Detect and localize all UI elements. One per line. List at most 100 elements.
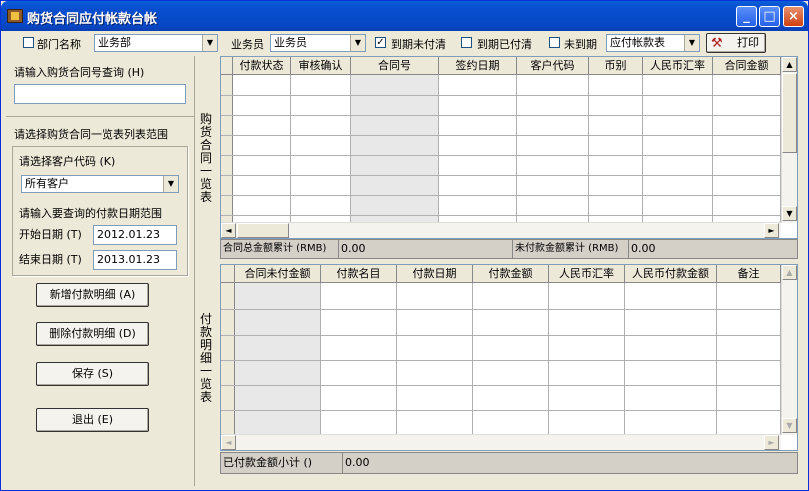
chevron-down-icon: ▼ xyxy=(684,35,699,51)
col-header[interactable]: 合同未付金额 xyxy=(235,265,321,283)
due-unpaid-label: 到期未付清 xyxy=(391,38,446,51)
grid-row-line xyxy=(221,335,781,336)
row-header-corner xyxy=(221,265,235,283)
col-header[interactable]: 付款状态 xyxy=(233,57,291,75)
row-header-corner xyxy=(221,57,233,75)
contracts-summary-bar: 合同总金额累计 (RMB) 0.00 未付款金额累计 (RMB) 0.00 xyxy=(220,239,798,259)
grid-column xyxy=(549,283,625,435)
scroll-down-icon[interactable]: ▼ xyxy=(782,418,797,433)
app-icon xyxy=(7,9,23,23)
horizontal-scrollbar[interactable]: ◄ ► xyxy=(221,434,781,450)
vertical-divider xyxy=(194,56,195,486)
col-header[interactable]: 审核确认 xyxy=(291,57,351,75)
grid-column xyxy=(291,75,351,223)
customer-select-value: 所有客户 xyxy=(25,177,69,190)
scroll-thumb[interactable] xyxy=(237,223,289,238)
grid-row-line xyxy=(221,115,781,116)
staff-label: 业务员 xyxy=(231,38,264,51)
dept-select-value: 业务部 xyxy=(98,36,131,49)
grid-column xyxy=(233,75,291,223)
tools-icon: ⚒ xyxy=(711,36,723,51)
grid-column xyxy=(321,283,397,435)
maximize-button[interactable]: □ xyxy=(759,6,780,27)
print-label: 打印 xyxy=(737,36,759,49)
col-header[interactable]: 人民币汇率 xyxy=(549,265,625,283)
due-paid-label: 到期已付清 xyxy=(477,38,532,51)
row-header-column xyxy=(221,75,233,223)
close-button[interactable]: × xyxy=(783,6,804,27)
scroll-right-icon[interactable]: ► xyxy=(764,223,779,238)
grid-column xyxy=(439,75,517,223)
grid-row-line xyxy=(221,360,781,361)
start-date-label: 开始日期 (T) xyxy=(19,228,82,241)
subtotal-label: 已付款金额小计 () xyxy=(221,453,343,473)
delete-payment-button[interactable]: 删除付款明细 (D) xyxy=(36,322,149,346)
chevron-down-icon: ▼ xyxy=(350,35,365,51)
scroll-down-icon[interactable]: ▼ xyxy=(782,206,797,221)
grid-column xyxy=(713,75,781,223)
scroll-left-icon[interactable]: ◄ xyxy=(221,223,236,238)
col-header[interactable]: 备注 xyxy=(717,265,781,283)
grid-row-line xyxy=(221,195,781,196)
grid-column xyxy=(235,283,321,435)
exit-button[interactable]: 退出 (E) xyxy=(36,408,149,432)
horizontal-scrollbar[interactable]: ◄ ► xyxy=(221,222,781,238)
customer-select[interactable]: 所有客户 ▼ xyxy=(21,175,179,193)
date-range-label: 请输入要查询的付款日期范围 xyxy=(19,207,162,220)
unpaid-label: 未付款金额累计 (RMB) xyxy=(513,240,629,258)
payments-grid[interactable]: 合同未付金额 付款名目 付款日期 付款金额 人民币汇率 人民币付款金额 备注 ▲… xyxy=(220,264,798,451)
payments-header: 合同未付金额 付款名目 付款日期 付款金额 人民币汇率 人民币付款金额 备注 xyxy=(221,265,781,283)
col-header[interactable]: 客户代码 xyxy=(517,57,589,75)
col-header[interactable]: 付款名目 xyxy=(321,265,397,283)
col-header[interactable]: 付款日期 xyxy=(397,265,473,283)
vertical-scrollbar[interactable]: ▲ ▼ xyxy=(781,265,797,435)
grid-row-line xyxy=(221,135,781,136)
dept-select[interactable]: 业务部 ▼ xyxy=(94,34,218,52)
col-header[interactable]: 合同号 xyxy=(351,57,439,75)
customer-label: 请选择客户代码 (K) xyxy=(19,155,116,168)
scroll-right-icon[interactable]: ► xyxy=(764,435,779,450)
col-header[interactable]: 币别 xyxy=(589,57,643,75)
grid-row-line xyxy=(221,309,781,310)
col-header[interactable]: 签约日期 xyxy=(439,57,517,75)
scroll-up-icon[interactable]: ▲ xyxy=(782,57,797,72)
not-due-checkbox[interactable] xyxy=(549,37,560,48)
col-header[interactable]: 人民币付款金额 xyxy=(625,265,717,283)
contracts-header: 付款状态 审核确认 合同号 签约日期 客户代码 币别 人民币汇率 合同金额 xyxy=(221,57,781,75)
due-paid-checkbox[interactable] xyxy=(461,37,472,48)
row-header-column xyxy=(221,283,235,435)
payments-side-label: 付款明细一览表 xyxy=(199,312,212,404)
grid-row-line xyxy=(221,155,781,156)
contract-query-input[interactable] xyxy=(14,84,186,104)
contracts-side-label: 购货合同一览表 xyxy=(199,112,212,204)
minimize-button[interactable]: _ xyxy=(736,6,757,27)
scroll-thumb[interactable] xyxy=(782,73,797,153)
vertical-scrollbar[interactable]: ▲ ▼ xyxy=(781,57,797,223)
start-date-input[interactable]: 2012.01.23 xyxy=(93,225,177,245)
report-select[interactable]: 应付帐款表 ▼ xyxy=(606,34,700,52)
grid-column xyxy=(473,283,549,435)
total-value: 0.00 xyxy=(339,240,513,258)
add-payment-button[interactable]: 新增付款明细 (A) xyxy=(36,283,149,307)
title-bar[interactable]: 购货合同应付帐款台帐 _ □ × xyxy=(1,1,808,31)
grid-row-line xyxy=(221,410,781,411)
scroll-left-icon[interactable]: ◄ xyxy=(221,435,236,450)
save-button[interactable]: 保存 (S) xyxy=(36,362,149,386)
grid-row-line xyxy=(221,175,781,176)
staff-select[interactable]: 业务员 ▼ xyxy=(270,34,366,52)
due-unpaid-checkbox[interactable]: ✓ xyxy=(375,37,386,48)
toolbar: 部门名称 业务部 ▼ 业务员 业务员 ▼ ✓ 到期未付清 到期已付清 未到期 应… xyxy=(1,31,808,55)
print-button[interactable]: ⚒ 打印 xyxy=(706,33,766,53)
end-date-input[interactable]: 2013.01.23 xyxy=(93,250,177,270)
grid-row-line xyxy=(221,385,781,386)
col-header[interactable]: 人民币汇率 xyxy=(643,57,713,75)
scroll-up-icon[interactable]: ▲ xyxy=(782,265,797,280)
payments-summary-bar: 已付款金额小计 () 0.00 xyxy=(220,452,798,474)
col-header[interactable]: 合同金额 xyxy=(713,57,781,75)
grid-column xyxy=(351,75,439,223)
contracts-grid[interactable]: 付款状态 审核确认 合同号 签约日期 客户代码 币别 人民币汇率 合同金额 ▲ … xyxy=(220,56,798,239)
dept-checkbox[interactable] xyxy=(23,37,34,48)
range-groupbox: 请选择客户代码 (K) 所有客户 ▼ 请输入要查询的付款日期范围 开始日期 (T… xyxy=(12,146,188,276)
chevron-down-icon: ▼ xyxy=(202,35,217,51)
col-header[interactable]: 付款金额 xyxy=(473,265,549,283)
